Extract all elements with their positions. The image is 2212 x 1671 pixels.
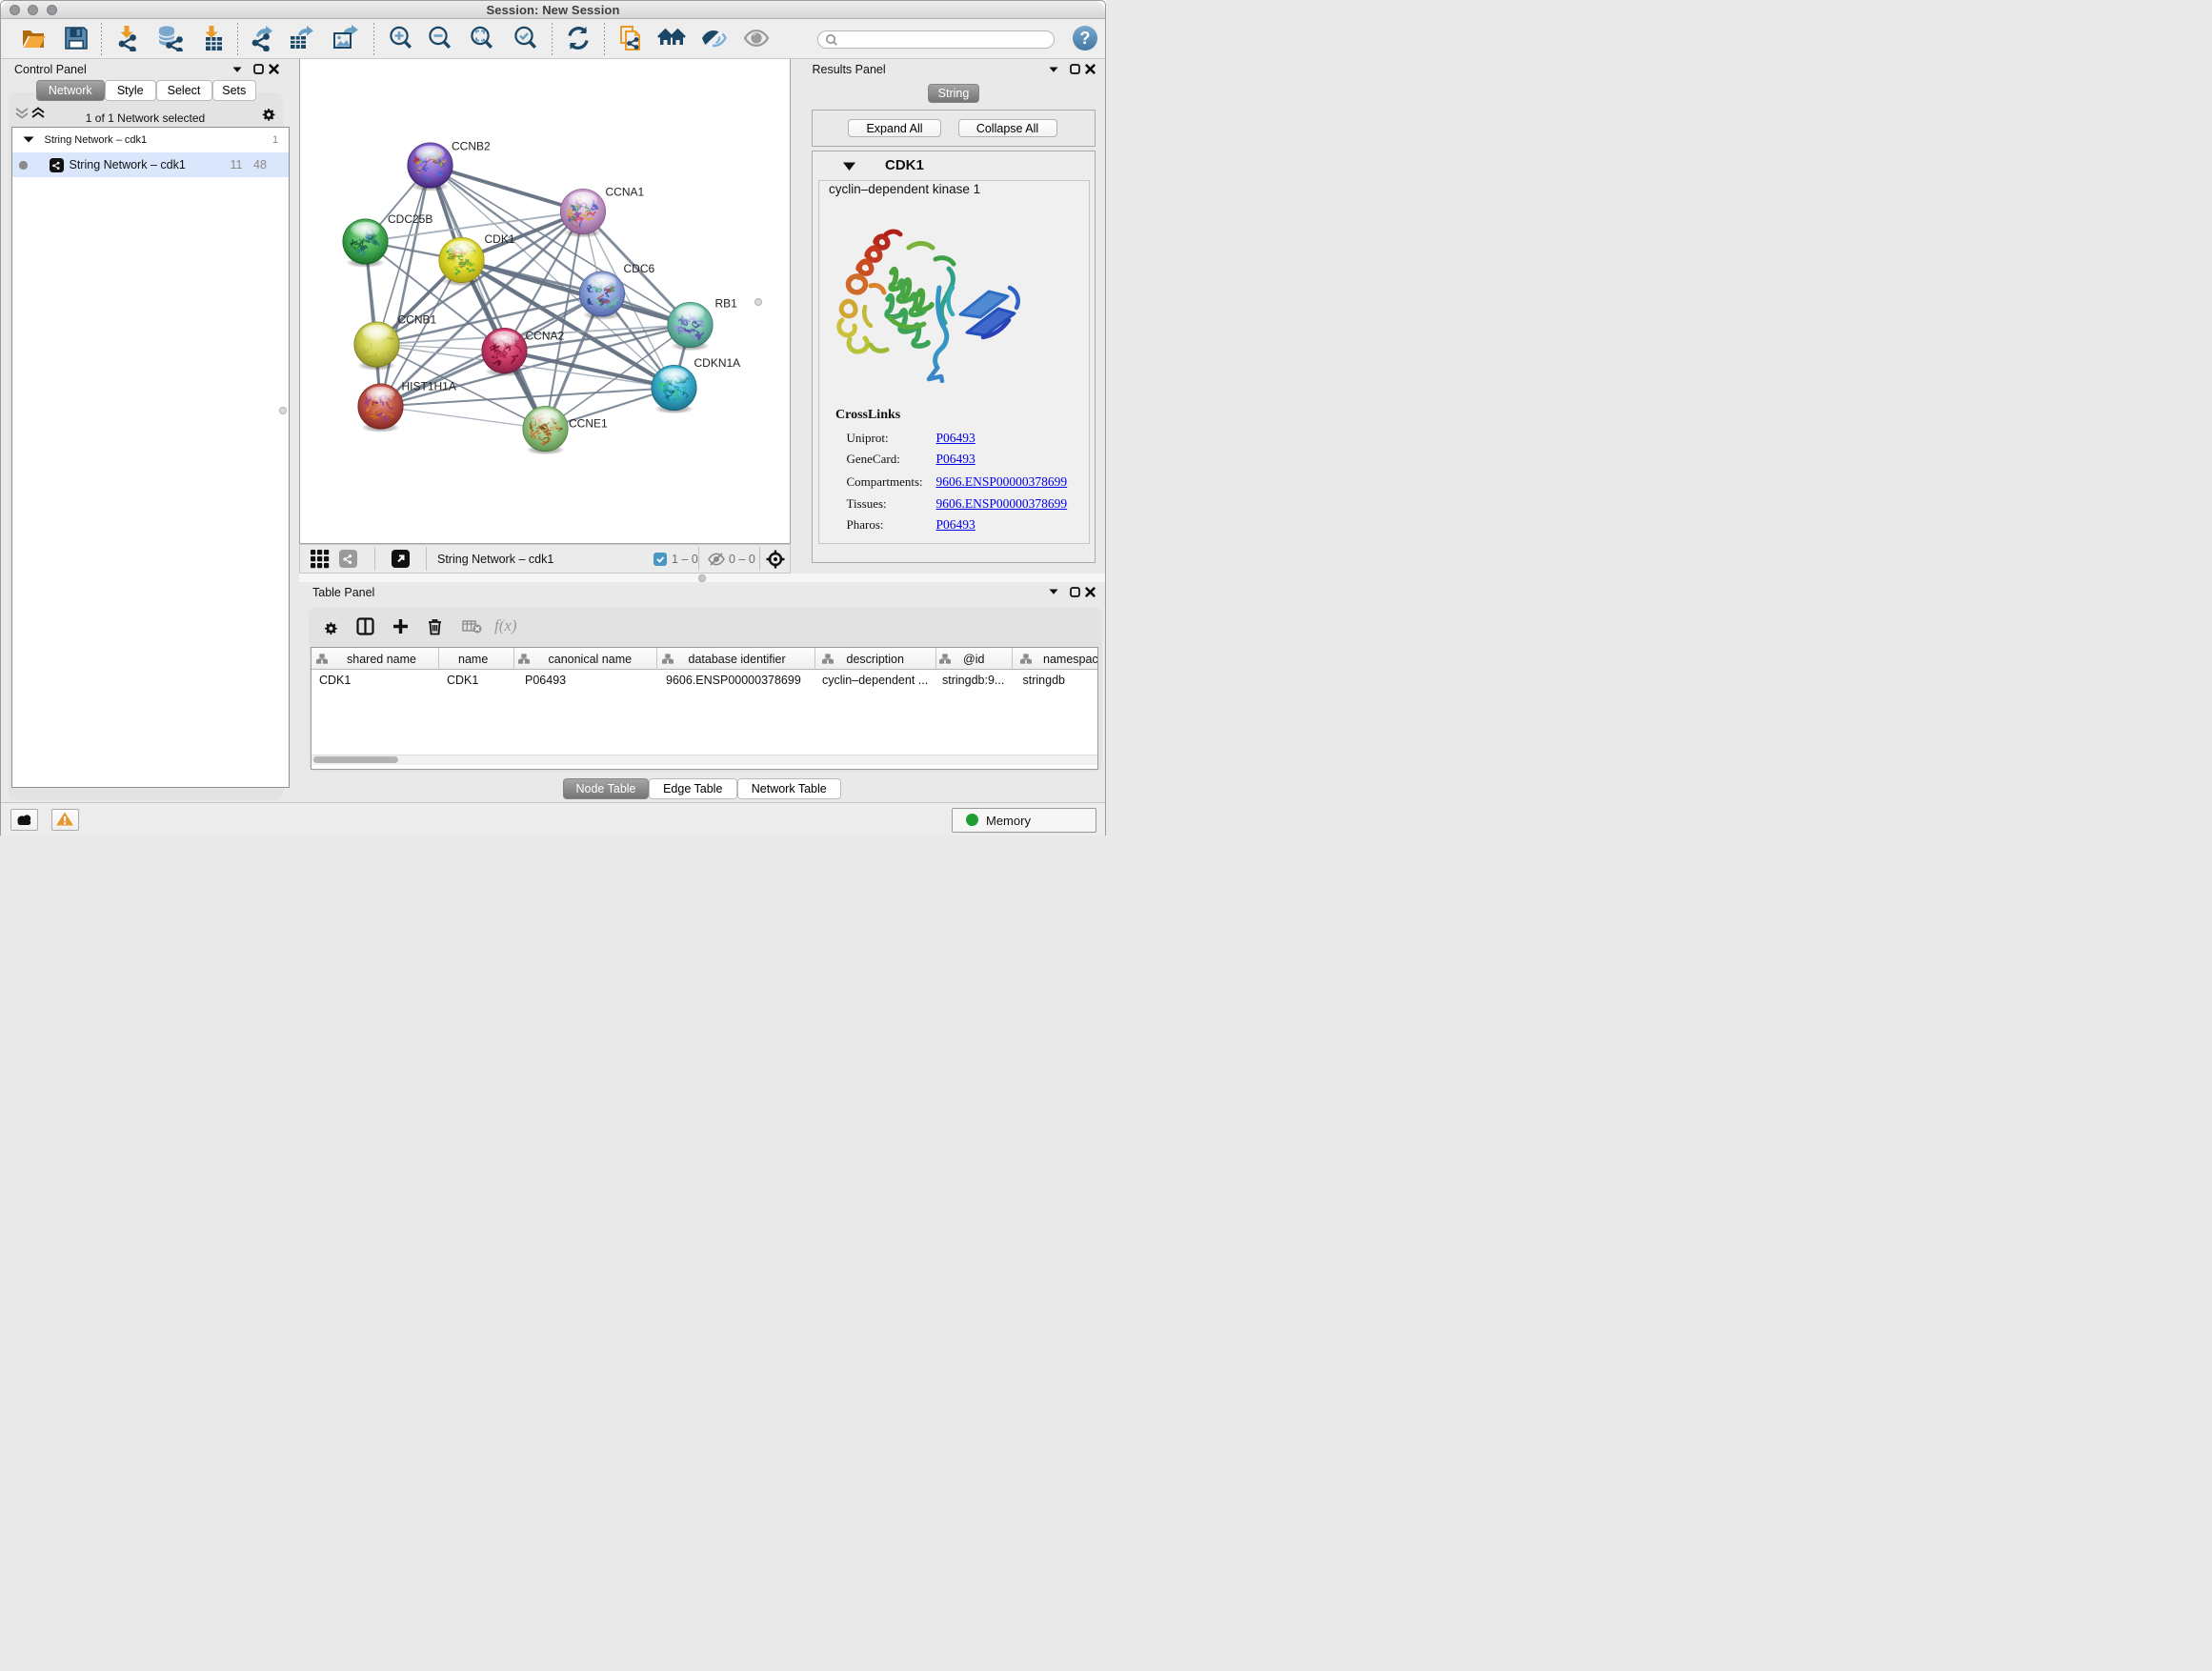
svg-text:CCNA1: CCNA1 xyxy=(606,186,645,199)
svg-text:CDC25B: CDC25B xyxy=(388,212,432,226)
svg-text:CDK1: CDK1 xyxy=(485,232,515,246)
svg-text:CCNA2: CCNA2 xyxy=(526,330,565,343)
svg-text:CDC6: CDC6 xyxy=(624,262,655,275)
svg-text:CCNB1: CCNB1 xyxy=(398,313,437,327)
svg-text:CCNB2: CCNB2 xyxy=(452,140,491,153)
svg-text:CDKN1A: CDKN1A xyxy=(694,356,741,370)
svg-text:RB1: RB1 xyxy=(715,297,738,311)
svg-text:HIST1H1A: HIST1H1A xyxy=(402,380,456,393)
svg-text:CCNE1: CCNE1 xyxy=(569,417,608,431)
